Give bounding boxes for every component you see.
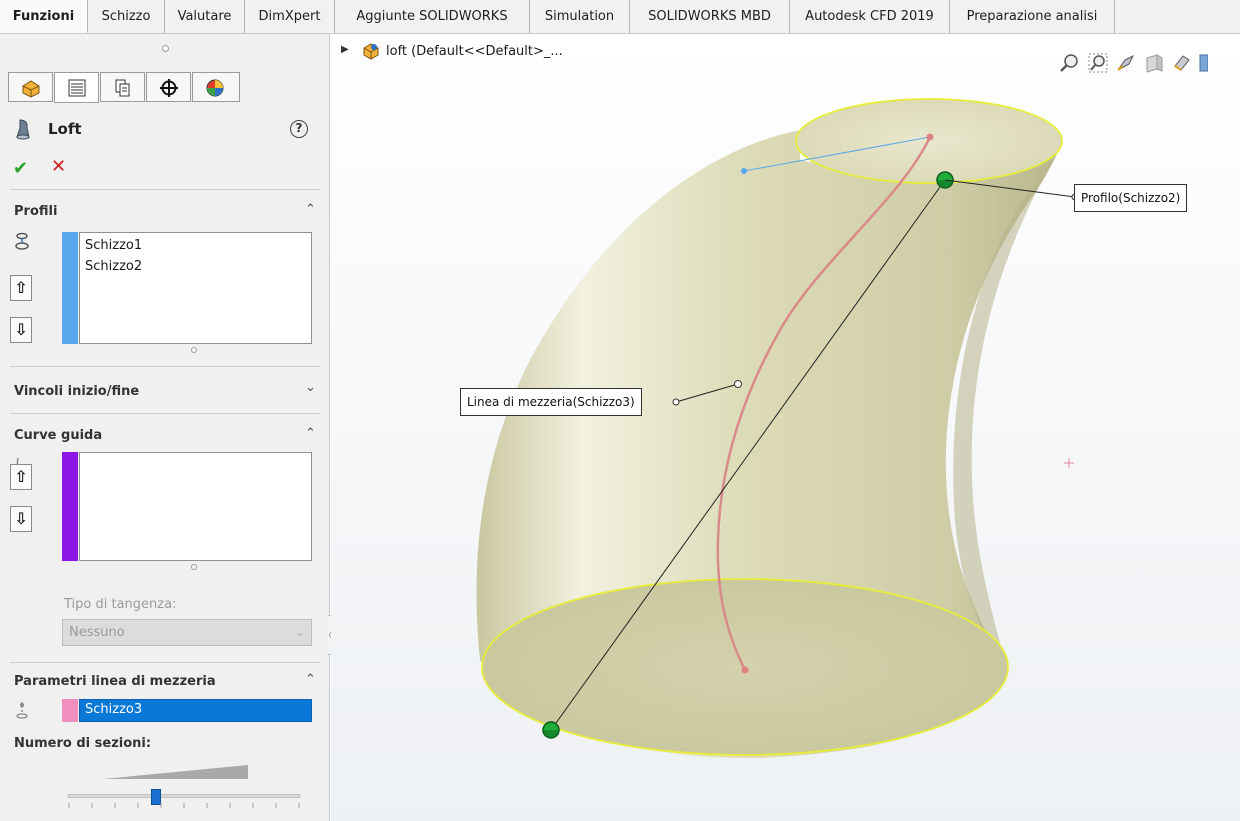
tab-dimxpert[interactable]: DimXpert bbox=[245, 0, 335, 33]
panel-splitter-handle[interactable] bbox=[162, 45, 169, 52]
centerline-icon bbox=[16, 702, 28, 719]
chevron-down-icon[interactable]: ⌄ bbox=[305, 380, 316, 395]
origin-marker bbox=[1064, 458, 1074, 468]
section-header-linea-mezzeria[interactable]: Parametri linea di mezzeria bbox=[14, 674, 216, 689]
handle-shade bbox=[543, 730, 559, 738]
tangency-type-value: Nessuno bbox=[69, 625, 125, 640]
centerline-selection-field[interactable]: Schizzo3 bbox=[79, 699, 312, 722]
centerline-callout[interactable]: Linea di mezzeria(Schizzo3) bbox=[460, 388, 642, 416]
profile-color-bar bbox=[62, 232, 78, 344]
divider bbox=[10, 662, 320, 663]
command-manager-tabs: Funzioni Schizzo Valutare DimXpert Aggiu… bbox=[0, 0, 1240, 34]
list-item[interactable]: Schizzo2 bbox=[85, 259, 142, 274]
section-header-curve-guida[interactable]: Curve guida bbox=[14, 428, 102, 443]
tab-autodesk-cfd[interactable]: Autodesk CFD 2019 bbox=[790, 0, 950, 33]
chevron-up-icon[interactable]: ⌃ bbox=[305, 426, 316, 441]
loft-icon bbox=[16, 119, 30, 140]
page-title: Loft bbox=[48, 120, 82, 138]
move-up-button[interactable]: ⇧ bbox=[10, 464, 32, 490]
leader-anchor bbox=[672, 398, 680, 406]
tab-dimxpert-manager[interactable] bbox=[146, 72, 191, 102]
list-resize-handle[interactable] bbox=[191, 564, 197, 570]
move-down-button[interactable]: ⇩ bbox=[10, 317, 32, 343]
tab-feature-manager[interactable] bbox=[8, 72, 53, 102]
tab-property-manager[interactable] bbox=[54, 72, 99, 103]
chevron-down-icon: ⌄ bbox=[295, 626, 305, 639]
tab-preparazione-analisi[interactable]: Preparazione analisi bbox=[950, 0, 1115, 33]
crosshair-icon bbox=[160, 79, 178, 97]
loft-model[interactable] bbox=[331, 34, 1240, 821]
centerline-endpoint bbox=[926, 133, 934, 141]
list-item[interactable]: Schizzo1 bbox=[85, 238, 142, 253]
property-manager-icon bbox=[68, 79, 86, 97]
tab-schizzo[interactable]: Schizzo bbox=[88, 0, 165, 33]
chevron-up-icon[interactable]: ⌃ bbox=[305, 672, 316, 687]
section-header-vincoli[interactable]: Vincoli inizio/fine bbox=[14, 384, 139, 399]
profile-callout[interactable]: Profilo(Schizzo2) bbox=[1074, 184, 1188, 212]
graphics-viewport[interactable]: ▶ loft (Default<<Default>_... Profilo(Sc… bbox=[331, 34, 1240, 821]
tab-configuration-manager[interactable] bbox=[100, 72, 145, 102]
feature-manager-icon bbox=[22, 80, 40, 98]
slider-ticks bbox=[68, 803, 300, 808]
ok-button[interactable]: ✔ bbox=[13, 158, 28, 179]
list-resize-handle[interactable] bbox=[191, 347, 197, 353]
property-manager-panel: Loft ? ✔ ✕ Profili ⌃ ⇧ ⇩ Schizzo1 Schizz… bbox=[0, 34, 330, 821]
sections-slider-track[interactable] bbox=[68, 794, 300, 798]
divider bbox=[10, 366, 320, 367]
divider bbox=[10, 189, 320, 190]
help-icon[interactable]: ? bbox=[290, 120, 308, 138]
section-header-profili[interactable]: Profili bbox=[14, 204, 57, 219]
move-up-button[interactable]: ⇧ bbox=[10, 275, 32, 301]
sections-count-label: Numero di sezioni: bbox=[14, 736, 152, 751]
chevron-up-icon[interactable]: ⌃ bbox=[305, 202, 316, 217]
tab-solidworks-mbd[interactable]: SOLIDWORKS MBD bbox=[630, 0, 790, 33]
tab-simulation[interactable]: Simulation bbox=[530, 0, 630, 33]
sections-ramp-indicator bbox=[103, 765, 248, 779]
move-down-button[interactable]: ⇩ bbox=[10, 506, 32, 532]
divider bbox=[10, 413, 320, 414]
tab-valutare[interactable]: Valutare bbox=[165, 0, 245, 33]
centerline-endpoint bbox=[741, 666, 749, 674]
leader-anchor bbox=[734, 380, 742, 388]
tangency-type-label: Tipo di tangenza: bbox=[64, 597, 177, 612]
configuration-manager-icon bbox=[115, 79, 130, 97]
tangency-type-select[interactable]: Nessuno ⌄ bbox=[62, 619, 312, 646]
guide-curves-list[interactable] bbox=[79, 452, 312, 561]
profile-sketch-icon bbox=[15, 232, 29, 250]
tab-aggiunte-solidworks[interactable]: Aggiunte SOLIDWORKS bbox=[335, 0, 530, 33]
tab-display-manager[interactable] bbox=[192, 72, 240, 102]
display-manager-icon bbox=[206, 79, 224, 97]
profiles-list[interactable]: Schizzo1 Schizzo2 bbox=[79, 232, 312, 344]
centerline-color-swatch bbox=[62, 699, 78, 722]
guide-curve-color-bar bbox=[62, 452, 78, 561]
reference-point bbox=[741, 168, 747, 174]
cancel-button[interactable]: ✕ bbox=[51, 156, 66, 177]
tab-funzioni[interactable]: Funzioni bbox=[0, 0, 88, 33]
